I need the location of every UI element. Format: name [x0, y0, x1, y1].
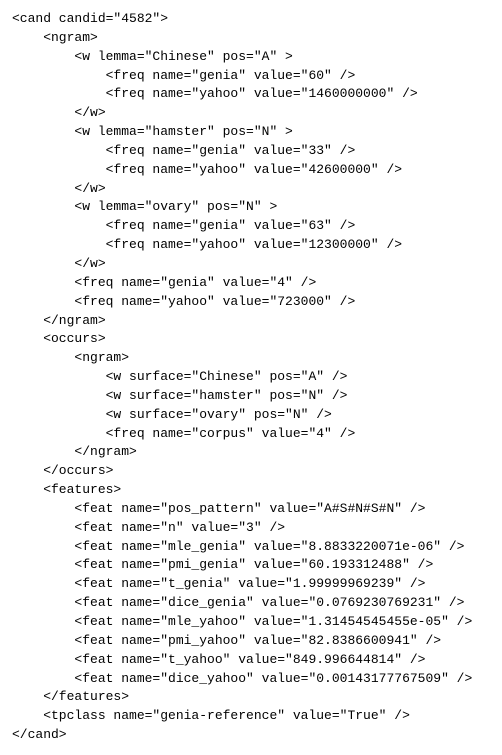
- code-line: <feat name="pmi_yahoo" value="82.8386600…: [12, 632, 490, 651]
- code-line: </w>: [12, 180, 490, 199]
- code-line: <freq name="yahoo" value="1460000000" />: [12, 85, 490, 104]
- code-line: <freq name="yahoo" value="723000" />: [12, 293, 490, 312]
- code-line: <w lemma="Chinese" pos="A" >: [12, 48, 490, 67]
- code-line: </cand>: [12, 726, 490, 745]
- code-line: <w surface="ovary" pos="N" />: [12, 406, 490, 425]
- code-line: <feat name="t_genia" value="1.9999996923…: [12, 575, 490, 594]
- code-line: <freq name="genia" value="4" />: [12, 274, 490, 293]
- code-line: <feat name="n" value="3" />: [12, 519, 490, 538]
- code-line: <feat name="dice_genia" value="0.0769230…: [12, 594, 490, 613]
- code-line: <freq name="corpus" value="4" />: [12, 425, 490, 444]
- code-line: <w surface="hamster" pos="N" />: [12, 387, 490, 406]
- code-line: <freq name="genia" value="63" />: [12, 217, 490, 236]
- code-line: </w>: [12, 104, 490, 123]
- code-line: <freq name="genia" value="60" />: [12, 67, 490, 86]
- code-line: <feat name="dice_yahoo" value="0.0014317…: [12, 670, 490, 689]
- code-line: <w lemma="hamster" pos="N" >: [12, 123, 490, 142]
- code-line: <features>: [12, 481, 490, 500]
- code-line: <ngram>: [12, 29, 490, 48]
- code-line: <freq name="yahoo" value="42600000" />: [12, 161, 490, 180]
- code-line: <cand candid="4582">: [12, 10, 490, 29]
- code-line: <feat name="mle_yahoo" value="1.31454545…: [12, 613, 490, 632]
- code-line: <feat name="pmi_genia" value="60.1933124…: [12, 556, 490, 575]
- code-line: <feat name="t_yahoo" value="849.99664481…: [12, 651, 490, 670]
- code-line: <occurs>: [12, 330, 490, 349]
- code-line: <freq name="yahoo" value="12300000" />: [12, 236, 490, 255]
- code-line: <feat name="pos_pattern" value="A#S#N#S#…: [12, 500, 490, 519]
- code-line: </ngram>: [12, 312, 490, 331]
- code-line: </w>: [12, 255, 490, 274]
- code-line: </features>: [12, 688, 490, 707]
- code-line: <tpclass name="genia-reference" value="T…: [12, 707, 490, 726]
- xml-snippet: <cand candid="4582"> <ngram> <w lemma="C…: [12, 10, 490, 745]
- code-line: <w surface="Chinese" pos="A" />: [12, 368, 490, 387]
- code-line: <freq name="genia" value="33" />: [12, 142, 490, 161]
- code-line: <w lemma="ovary" pos="N" >: [12, 198, 490, 217]
- code-line: </ngram>: [12, 443, 490, 462]
- code-line: <feat name="mle_genia" value="8.88332200…: [12, 538, 490, 557]
- code-line: </occurs>: [12, 462, 490, 481]
- code-line: <ngram>: [12, 349, 490, 368]
